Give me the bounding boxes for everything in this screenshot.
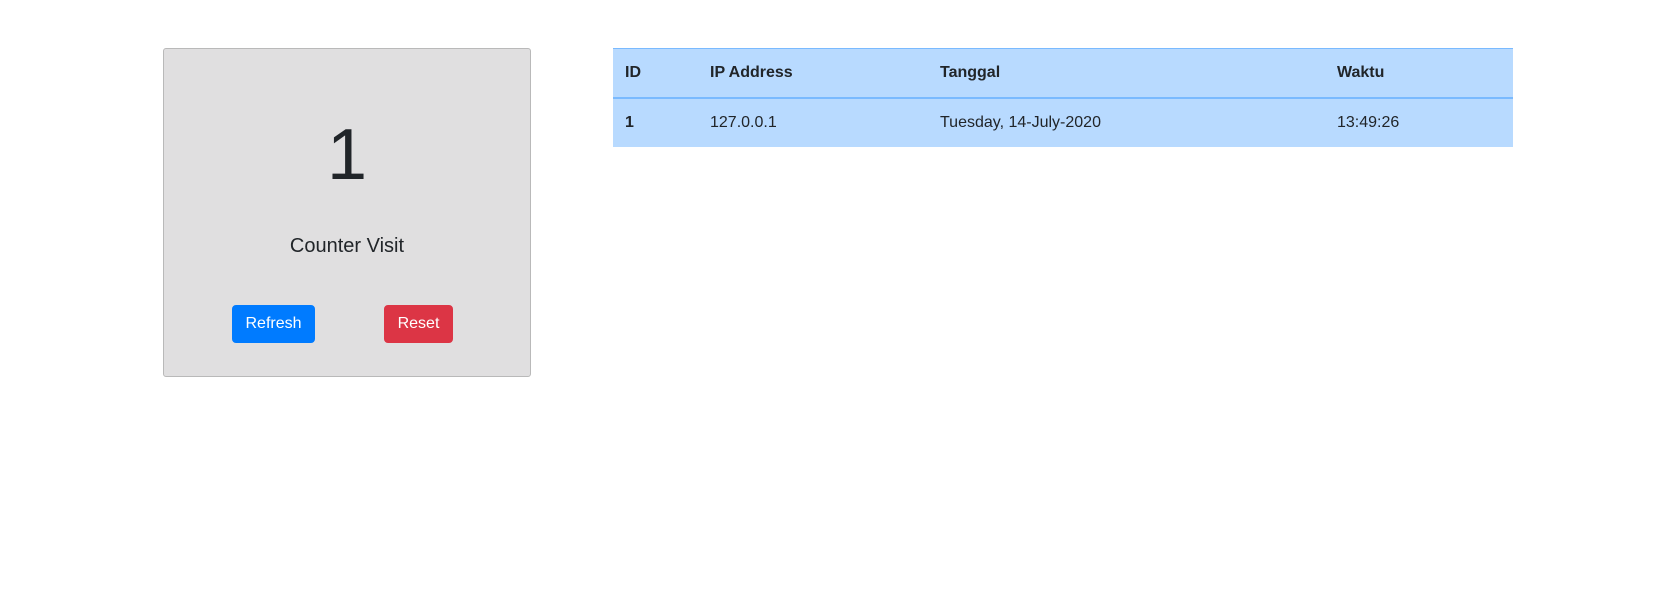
header-row: ID IP Address Tanggal Waktu xyxy=(613,48,1513,99)
table-header: ID IP Address Tanggal Waktu xyxy=(613,48,1513,99)
cell-ip-address: 127.0.0.1 xyxy=(710,113,777,131)
counter-card: 1 Counter Visit Refresh Reset xyxy=(163,48,531,377)
refresh-button[interactable]: Refresh xyxy=(232,305,315,343)
visits-table: ID IP Address Tanggal Waktu 1 127.0.0.1 … xyxy=(613,48,1513,147)
table-body: 1 127.0.0.1 Tuesday, 14-July-2020 13:49:… xyxy=(613,98,1513,147)
cell-id: 1 xyxy=(625,113,634,131)
cell-waktu: 13:49:26 xyxy=(1337,113,1400,131)
header-waktu: Waktu xyxy=(1325,48,1513,99)
reset-button[interactable]: Reset xyxy=(384,305,453,343)
counter-label: Counter Visit xyxy=(289,235,405,257)
header-ip-address: IP Address xyxy=(698,48,928,99)
header-id: ID xyxy=(613,48,698,99)
cell-tanggal: Tuesday, 14-July-2020 xyxy=(940,113,1101,131)
table-row: 1 127.0.0.1 Tuesday, 14-July-2020 13:49:… xyxy=(613,98,1513,147)
visit-count: 1 xyxy=(326,115,368,195)
header-tanggal: Tanggal xyxy=(928,48,1325,99)
